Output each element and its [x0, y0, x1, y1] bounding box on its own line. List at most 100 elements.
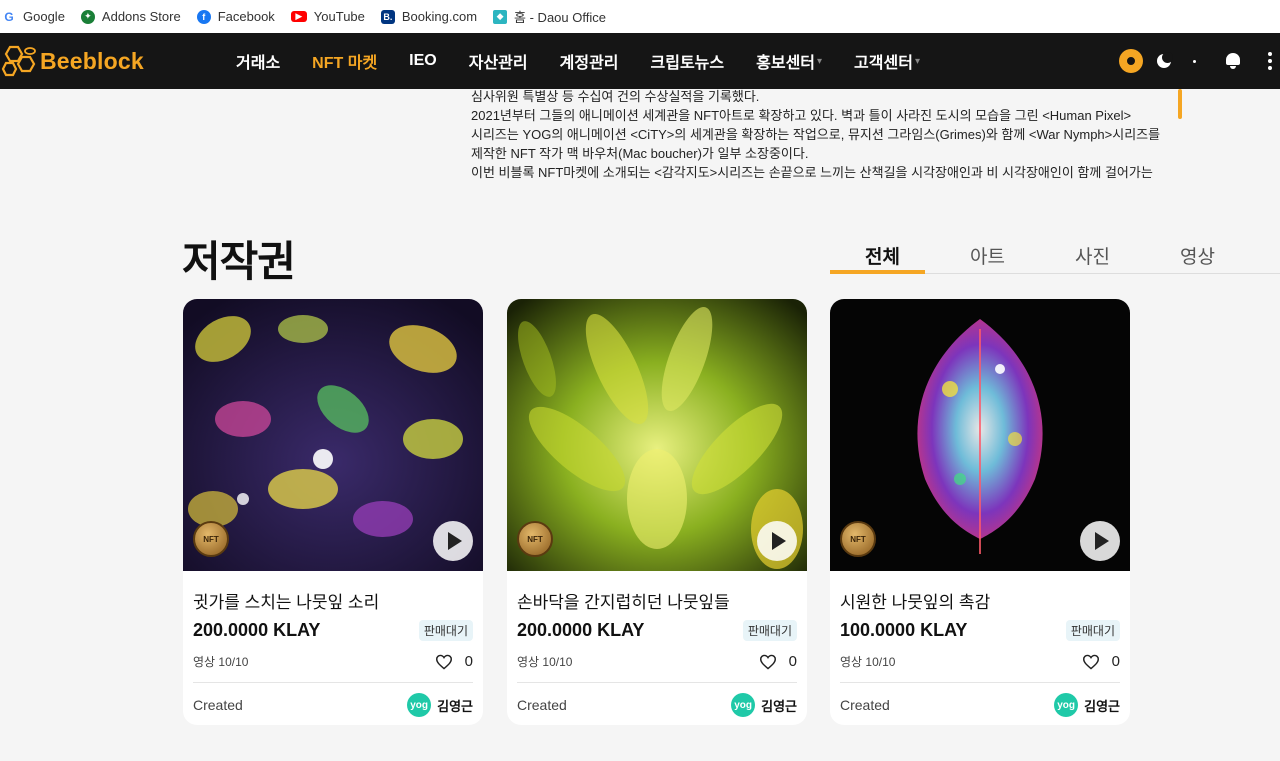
nft-price: 200.0000 KLAY [517, 620, 645, 640]
play-button[interactable] [757, 521, 797, 561]
sun-icon[interactable] [1119, 49, 1143, 73]
logo-text: Beeblock [40, 47, 144, 74]
play-button[interactable] [1080, 521, 1120, 561]
menu-item-customer-center[interactable]: 고객센터 ▾ [854, 49, 920, 73]
menu-label: IEO [409, 52, 437, 69]
creator-info[interactable]: yog 김영근 [731, 693, 797, 717]
play-button[interactable] [433, 521, 473, 561]
nft-category: 영상 10/10 [193, 655, 249, 669]
bee-logo-icon [0, 43, 36, 79]
menu-label: 거래소 [236, 55, 281, 72]
main-menu: 거래소 NFT 마켓 IEO 자산관리 계정관리 크립토뉴스 홍보센터 ▾ 고객센… [236, 33, 952, 89]
logo[interactable]: Beeblock [0, 43, 236, 79]
nft-price: 100.0000 KLAY [840, 620, 968, 640]
bookmark-youtube[interactable]: ▶ YouTube [290, 9, 365, 24]
like-count: 0 [788, 653, 797, 670]
nft-title[interactable]: 시원한 나뭇잎의 촉감 [840, 588, 1120, 612]
section-title: 저작권 [182, 238, 296, 285]
status-badge: 판매대기 [418, 620, 473, 641]
creator-name: 김영근 [1084, 698, 1120, 714]
bookmark-facebook[interactable]: f Facebook [196, 9, 275, 24]
nft-category: 영상 10/10 [840, 655, 896, 669]
avatar: yog [1054, 693, 1079, 717]
nft-thumbnail[interactable]: NFT [507, 299, 807, 571]
menu-item-promotion-center[interactable]: 홍보센터 ▾ [756, 49, 822, 73]
nft-title[interactable]: 귓가를 스치는 나뭇잎 소리 [193, 588, 473, 612]
menu-label: 자산관리 [468, 55, 528, 72]
chevron-down-icon: ▾ [914, 55, 920, 67]
nft-card[interactable]: NFT 귓가를 스치는 나뭇잎 소리 200.0000 KLAY 판매대기 영상… [183, 299, 483, 725]
nft-title[interactable]: 손바닥을 간지럽히던 나뭇잎들 [517, 588, 797, 612]
menu-label: 홍보센터 [756, 55, 816, 72]
nft-card[interactable]: NFT 시원한 나뭇잎의 촉감 100.0000 KLAY 판매대기 영상 10… [830, 299, 1130, 725]
nft-badge-icon: NFT [840, 521, 876, 557]
heart-icon[interactable] [1082, 654, 1100, 670]
menu-item-crypto-news[interactable]: 크립토뉴스 [651, 49, 725, 73]
status-badge: 판매대기 [1065, 620, 1120, 641]
top-nav: Beeblock 거래소 NFT 마켓 IEO 자산관리 계정관리 크립토뉴스 … [0, 33, 1280, 89]
youtube-icon: ▶ [290, 11, 307, 22]
bookmark-label: Facebook [217, 9, 275, 24]
theme-toggle[interactable] [1119, 49, 1173, 73]
bookmark-google[interactable]: G Google [2, 9, 65, 24]
tab-video[interactable]: 영상 [1145, 236, 1250, 273]
bookmark-label: Booking.com [401, 9, 478, 24]
created-label: Created [840, 697, 890, 713]
bell-icon[interactable] [1224, 52, 1242, 70]
nft-thumbnail[interactable]: NFT [830, 299, 1130, 571]
daou-office-icon: ◆ [493, 9, 508, 24]
facebook-icon: f [196, 9, 211, 24]
like-count: 0 [464, 653, 473, 670]
menu-label: 크립토뉴스 [650, 55, 725, 72]
moon-icon[interactable] [1157, 52, 1173, 69]
more-menu-icon[interactable] [1268, 52, 1272, 70]
nft-thumbnail[interactable]: NFT [183, 299, 483, 571]
creator-info[interactable]: yog 김영근 [1054, 693, 1120, 717]
addons-store-icon: ✦ [80, 9, 95, 24]
like-control[interactable]: 0 [1082, 653, 1120, 670]
google-icon: G [2, 9, 16, 24]
tab-photo[interactable]: 사진 [1040, 236, 1145, 273]
category-tabs: 전체 아트 사진 영상 [830, 236, 1280, 274]
bookmark-booking[interactable]: B. Booking.com [380, 9, 478, 24]
nft-badge-icon: NFT [517, 521, 553, 557]
avatar: yog [731, 693, 756, 717]
bookmark-daou-office[interactable]: ◆ 홈 - Daou Office [493, 7, 606, 26]
description-scrollbar[interactable] [1178, 89, 1182, 119]
like-control[interactable]: 0 [759, 653, 797, 670]
like-control[interactable]: 0 [435, 653, 473, 670]
menu-item-nft-market[interactable]: NFT 마켓 [312, 49, 377, 73]
tab-all[interactable]: 전체 [830, 236, 935, 274]
bookmark-label: Google [23, 9, 65, 24]
nft-badge-icon: NFT [193, 521, 229, 557]
nft-price: 200.0000 KLAY [193, 620, 321, 640]
artist-description: 심사위원 특별상 등 수십여 건의 수상실적을 기록했다. 2021년부터 그들… [471, 89, 1181, 185]
tab-art[interactable]: 아트 [935, 236, 1040, 273]
creator-name: 김영근 [437, 698, 473, 714]
nft-category: 영상 10/10 [517, 655, 573, 669]
chevron-down-icon: ▾ [817, 55, 823, 67]
creator-info[interactable]: yog 김영근 [407, 693, 473, 717]
avatar: yog [407, 693, 432, 717]
creator-name: 김영근 [761, 698, 797, 714]
bookmark-addons-store[interactable]: ✦ Addons Store [80, 9, 181, 24]
description-line: 이번 비블록 NFT마켓에 소개되는 <감각지도>시리즈는 손끝으로 느끼는 산… [471, 165, 1153, 180]
heart-icon[interactable] [759, 654, 777, 670]
menu-label: 계정관리 [559, 55, 619, 72]
menu-item-ieo[interactable]: IEO [409, 52, 437, 70]
description-line: 제작한 NFT 작가 맥 바우처(Mac boucher)가 일부 소장중이다. [471, 146, 809, 161]
heart-icon[interactable] [435, 654, 453, 670]
created-label: Created [517, 697, 567, 713]
menu-label: 고객센터 [854, 55, 913, 72]
nav-actions [1119, 33, 1280, 89]
bookmarks-bar: G Google ✦ Addons Store f Facebook ▶ You… [0, 0, 1280, 33]
menu-item-account-management[interactable]: 계정관리 [560, 49, 619, 73]
status-badge: 판매대기 [742, 620, 797, 641]
menu-item-exchange[interactable]: 거래소 [236, 49, 280, 73]
description-line: 심사위원 특별상 등 수십여 건의 수상실적을 기록했다. [471, 89, 760, 104]
menu-item-asset-management[interactable]: 자산관리 [469, 49, 528, 73]
nft-card[interactable]: NFT 손바닥을 간지럽히던 나뭇잎들 200.0000 KLAY 판매대기 영… [507, 299, 807, 725]
bookmark-label: YouTube [313, 9, 365, 24]
description-line: 2021년부터 그들의 애니메이션 세계관을 NFT아트로 확장하고 있다. 벽… [471, 108, 1132, 123]
menu-label: NFT 마켓 [312, 55, 378, 72]
